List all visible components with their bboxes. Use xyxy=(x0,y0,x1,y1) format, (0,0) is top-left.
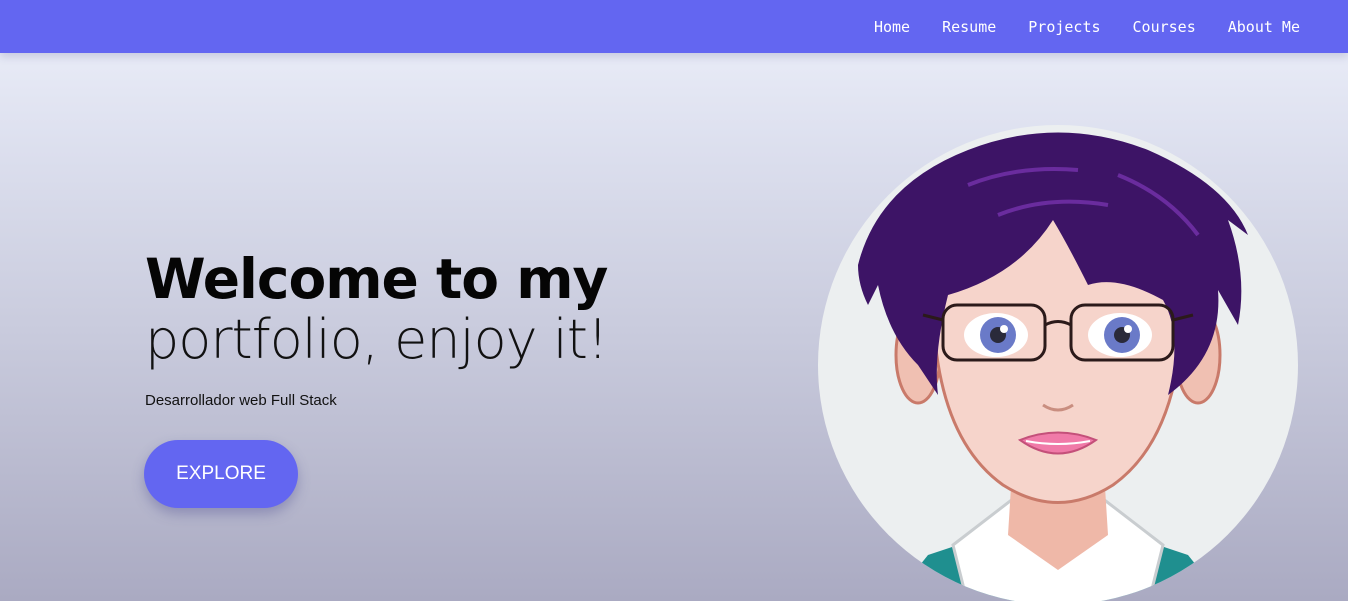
avatar-illustration xyxy=(818,125,1298,601)
nav-link-courses[interactable]: Courses xyxy=(1133,18,1196,36)
hero-section: Welcome to my portfolio, enjoy it! Desar… xyxy=(145,247,609,409)
nav-link-home[interactable]: Home xyxy=(874,18,910,36)
nav-link-resume[interactable]: Resume xyxy=(942,18,996,36)
top-navbar: Home Resume Projects Courses About Me xyxy=(0,0,1348,53)
explore-button[interactable]: EXPLORE xyxy=(144,440,298,508)
avatar-portrait-icon xyxy=(858,132,1248,601)
hero-subtitle: Desarrollador web Full Stack xyxy=(145,392,337,409)
nav-link-about-me[interactable]: About Me xyxy=(1228,18,1300,36)
nav-links: Home Resume Projects Courses About Me xyxy=(842,0,1300,53)
hero-headline-light: portfolio, enjoy it! xyxy=(145,308,609,371)
hero-headline-bold: Welcome to my xyxy=(145,247,608,311)
nav-link-projects[interactable]: Projects xyxy=(1028,18,1100,36)
